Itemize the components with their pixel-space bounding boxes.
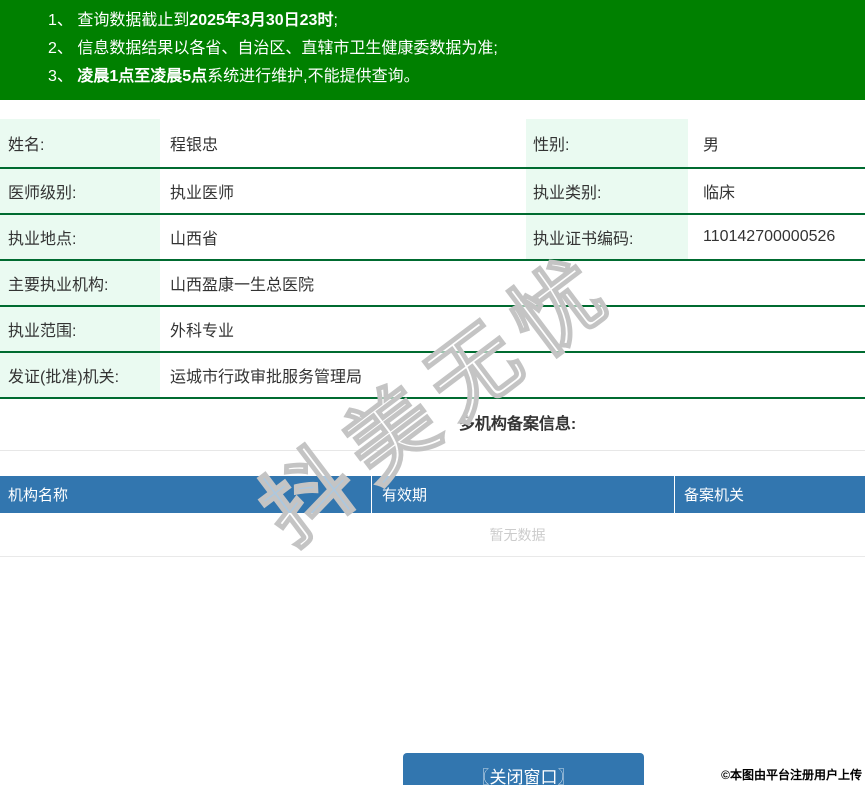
notice-bold-text: 2025年3月30日23时: [189, 12, 334, 29]
field-value-doctor-level: 执业医师: [170, 185, 235, 202]
notice-text: 1、 查询数据截止到: [48, 12, 190, 29]
field-label-name: 姓名:: [0, 119, 160, 167]
notice-text: 系统进行维护,不能提供查询。: [207, 68, 420, 85]
field-label-practice-category: 执业类别:: [523, 169, 688, 213]
column-header-institution-name: 机构名称: [8, 487, 69, 504]
records-table-header: 机构名称 有效期 备案机关: [0, 476, 865, 513]
info-row-practice-scope: 执业范围: 外科专业: [0, 307, 865, 353]
notice-text: 2、 信息数据结果以各省、自治区、直辖市卫生健康委数据为准;: [48, 40, 498, 57]
notice-banner: 1、 查询数据截止到2025年3月30日23时; 2、 信息数据结果以各省、自治…: [0, 0, 865, 100]
multi-org-section-title: 多机构备案信息:: [0, 399, 865, 451]
info-row-main-institution: 主要执业机构: 山西盈康一生总医院: [0, 261, 865, 307]
field-label-main-institution: 主要执业机构:: [0, 261, 160, 305]
notice-text: 3、: [48, 68, 78, 85]
field-label-doctor-level: 医师级别:: [0, 169, 160, 213]
field-label-practice-scope: 执业范围:: [0, 307, 160, 351]
field-value-gender: 男: [703, 137, 720, 154]
field-value-practice-location: 山西省: [170, 231, 219, 248]
no-data-placeholder: 暂无数据: [0, 513, 865, 557]
field-value-practice-scope: 外科专业: [170, 323, 235, 340]
notice-text: ;: [333, 12, 338, 29]
field-value-practice-category: 临床: [703, 185, 736, 202]
info-row-level-category: 医师级别: 执业医师 执业类别: 临床: [0, 169, 865, 215]
field-value-cert-number: 110142700000526: [703, 228, 836, 245]
field-value-issuing-authority: 运城市行政审批服务管理局: [170, 369, 363, 386]
info-row-name-gender: 姓名: 程银忠 性别: 男: [0, 119, 865, 169]
copyright-stamp: ©本图由平台注册用户上传: [721, 768, 862, 782]
column-header-filing-authority: 备案机关: [674, 476, 865, 513]
field-value-name: 程银忠: [170, 137, 219, 154]
notice-line-3: 3、 凌晨1点至凌晨5点系统进行维护,不能提供查询。: [48, 63, 865, 91]
notice-line-2: 2、 信息数据结果以各省、自治区、直辖市卫生健康委数据为准;: [48, 35, 865, 63]
field-label-cert-number: 执业证书编码:: [523, 215, 688, 259]
notice-bold-text: 凌晨1点至凌晨5点: [77, 68, 208, 85]
field-label-practice-location: 执业地点:: [0, 215, 160, 259]
info-row-issuing-authority: 发证(批准)机关: 运城市行政审批服务管理局: [0, 353, 865, 399]
notice-line-1: 1、 查询数据截止到2025年3月30日23时;: [48, 7, 865, 35]
field-label-gender: 性别:: [523, 119, 688, 167]
close-window-button[interactable]: 〖关闭窗口〗: [403, 753, 644, 785]
doctor-info-table: 姓名: 程银忠 性别: 男 医师级别: 执业医师 执业类别: 临床 执业地点: …: [0, 119, 865, 399]
column-header-validity-period: 有效期: [371, 476, 674, 513]
field-value-main-institution: 山西盈康一生总医院: [170, 277, 315, 294]
field-label-issuing-authority: 发证(批准)机关:: [0, 353, 160, 397]
info-row-location-certno: 执业地点: 山西省 执业证书编码: 110142700000526: [0, 215, 865, 261]
